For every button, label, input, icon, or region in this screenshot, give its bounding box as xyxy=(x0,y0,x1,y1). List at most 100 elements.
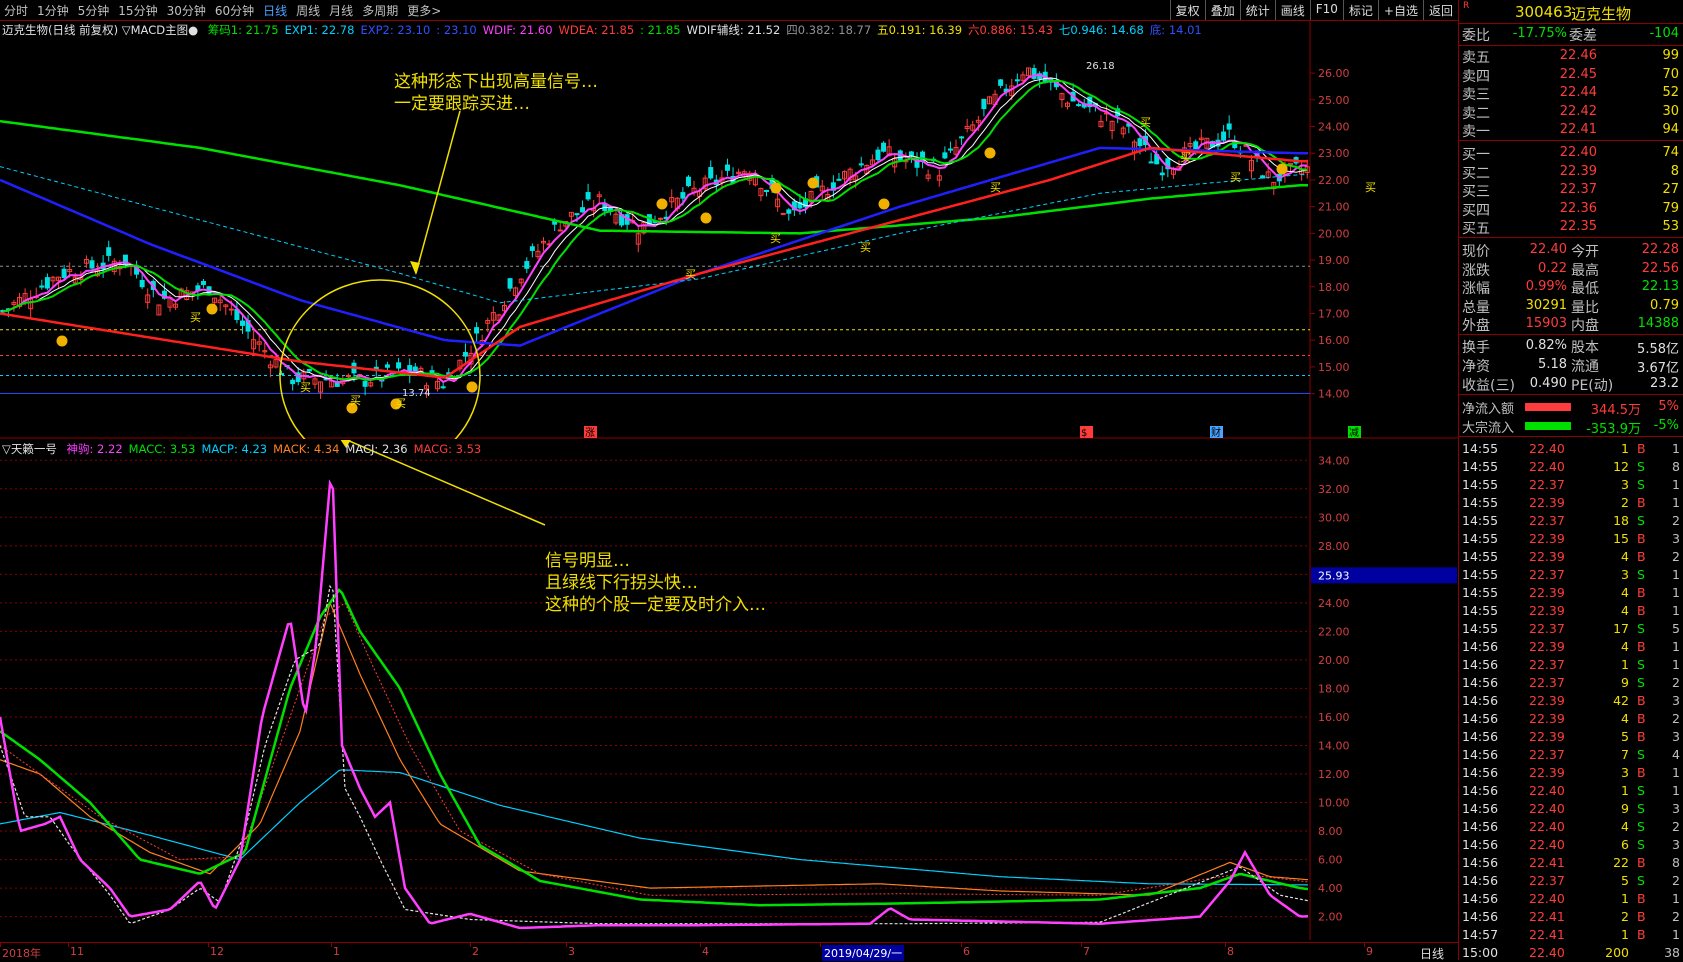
kline-chart[interactable]: 26.00 25.00 24.00 23.00 22.00 21.00 20.00 19.00… xyxy=(0,21,1458,473)
event-label-3: 减 xyxy=(1349,427,1359,439)
tick-side: S xyxy=(1637,477,1645,492)
tick-row-26[interactable]: 14:56 22.41 2 B 2 xyxy=(1459,908,1683,926)
candle-body xyxy=(1226,123,1232,130)
tool-button-5[interactable]: 标记 xyxy=(1342,0,1378,20)
candle-body xyxy=(585,192,591,200)
tool-button-3[interactable]: 画线 xyxy=(1274,0,1310,20)
tick-time: 14:55 xyxy=(1462,567,1499,582)
tick-row-15[interactable]: 14:56 22.39 4 B 2 xyxy=(1459,710,1683,728)
event-label-2: 财 xyxy=(1211,426,1221,439)
candle-body xyxy=(959,136,965,139)
tool-button-7[interactable]: 返回 xyxy=(1422,0,1458,20)
tool-button-4[interactable]: F10 xyxy=(1309,0,1343,20)
tick-count: 2 xyxy=(1672,819,1680,834)
indi-tick-13: 8.00 xyxy=(1318,825,1343,838)
tick-row-22[interactable]: 14:56 22.40 6 S 3 xyxy=(1459,836,1683,854)
tick-row-3[interactable]: 14:55 22.39 2 B 1 xyxy=(1459,494,1683,512)
candle-body xyxy=(106,247,112,256)
tick-row-18[interactable]: 14:56 22.39 3 B 1 xyxy=(1459,764,1683,782)
bid-label: 买五 xyxy=(1462,221,1490,238)
tool-button-2[interactable]: 统计 xyxy=(1239,0,1275,20)
flow-value: -353.9万 xyxy=(1586,422,1641,437)
tick-row-12[interactable]: 14:56 22.37 1 S 1 xyxy=(1459,656,1683,674)
stat-value-2: 22.56 xyxy=(1641,260,1679,276)
time-tick xyxy=(1225,943,1226,947)
stat-label: 总量 xyxy=(1462,299,1490,316)
candle-body xyxy=(362,381,368,387)
candle-body xyxy=(462,351,468,357)
period-tab-0[interactable]: 分时 xyxy=(4,2,28,19)
period-tab-2[interactable]: 5分钟 xyxy=(78,2,110,19)
tick-row-0[interactable]: 14:55 22.40 1 B 1 xyxy=(1459,440,1683,458)
tool-button-1[interactable]: 叠加 xyxy=(1204,0,1240,20)
tick-row-16[interactable]: 14:56 22.39 5 B 3 xyxy=(1459,728,1683,746)
tick-row-23[interactable]: 14:56 22.41 22 B 8 xyxy=(1459,854,1683,872)
bid-label: 买四 xyxy=(1462,202,1490,219)
period-tabs: 分时 1分钟 5分钟 15分钟 30分钟 60分钟 日线 周线 月线 多周期 更多> xyxy=(4,2,441,19)
tick-price: 22.37 xyxy=(1529,657,1565,672)
tick-price: 22.39 xyxy=(1529,765,1565,780)
tick-row-11[interactable]: 14:56 22.39 4 B 1 xyxy=(1459,638,1683,656)
tick-row-19[interactable]: 14:56 22.40 1 S 1 xyxy=(1459,782,1683,800)
tick-count: 2 xyxy=(1672,549,1680,564)
tick-row-5[interactable]: 14:55 22.39 15 B 3 xyxy=(1459,530,1683,548)
tick-side: B xyxy=(1637,441,1646,456)
price-tick-5: 21.00 xyxy=(1318,201,1350,214)
fund-row-2: 收益(三) 0.490 PE(动) 23.2 xyxy=(1459,375,1683,394)
tick-row-14[interactable]: 14:56 22.39 42 B 3 xyxy=(1459,692,1683,710)
tick-row-13[interactable]: 14:56 22.37 9 S 2 xyxy=(1459,674,1683,692)
signal-dot xyxy=(807,177,819,189)
period-tab-4[interactable]: 30分钟 xyxy=(167,2,206,19)
tick-row-1[interactable]: 14:55 22.40 12 S 8 xyxy=(1459,458,1683,476)
tick-side: B xyxy=(1637,711,1646,726)
tick-row-24[interactable]: 14:56 22.37 5 S 2 xyxy=(1459,872,1683,890)
candle-body xyxy=(524,261,530,269)
tick-row-10[interactable]: 14:55 22.37 17 S 5 xyxy=(1459,620,1683,638)
event-label-0: 涨 xyxy=(585,427,595,439)
period-tab-9[interactable]: 多周期 xyxy=(362,2,398,19)
time-tick xyxy=(0,943,1,947)
period-tab-3[interactable]: 15分钟 xyxy=(118,2,157,19)
tick-price: 22.37 xyxy=(1529,747,1565,762)
period-tab-10[interactable]: 更多> xyxy=(407,2,441,19)
tick-row-27[interactable]: 14:57 22.41 1 B 1 xyxy=(1459,926,1683,944)
tick-volume: 42 xyxy=(1613,693,1629,708)
tick-row-9[interactable]: 14:55 22.39 4 B 1 xyxy=(1459,602,1683,620)
indi-tick-2: 30.00 xyxy=(1318,511,1350,524)
tool-button-0[interactable]: 复权 xyxy=(1169,0,1205,20)
period-tab-1[interactable]: 1分钟 xyxy=(37,2,69,19)
period-tab-7[interactable]: 周线 xyxy=(296,2,320,19)
tick-count: 5 xyxy=(1672,621,1680,636)
tick-count: 1 xyxy=(1672,495,1680,510)
tick-row-2[interactable]: 14:55 22.37 3 S 1 xyxy=(1459,476,1683,494)
tick-row-6[interactable]: 14:55 22.39 4 B 2 xyxy=(1459,548,1683,566)
r-badge: R xyxy=(1463,1,1470,11)
candle-body xyxy=(1076,104,1082,107)
period-tab-6[interactable]: 日线 xyxy=(263,2,287,19)
tick-row-8[interactable]: 14:55 22.39 4 B 1 xyxy=(1459,584,1683,602)
tick-row-25[interactable]: 14:56 22.40 1 B 1 xyxy=(1459,890,1683,908)
indicator-legend-item-3: MACK: 4.34 xyxy=(273,442,340,456)
candle-body xyxy=(580,207,586,213)
period-tab-8[interactable]: 月线 xyxy=(329,2,353,19)
candle-body xyxy=(780,212,786,215)
candle-body xyxy=(44,277,50,289)
tick-row-4[interactable]: 14:55 22.37 18 S 2 xyxy=(1459,512,1683,530)
tick-count: 1 xyxy=(1672,891,1680,906)
tick-row-28[interactable]: 15:00 22.40 200 38 xyxy=(1459,944,1683,962)
tick-volume: 7 xyxy=(1621,747,1629,762)
indicator-chart[interactable]: 34.0032.0030.0028.0026.0024.0022.0020.00… xyxy=(0,436,1458,940)
tick-price: 22.37 xyxy=(1529,621,1565,636)
tick-row-21[interactable]: 14:56 22.40 4 S 2 xyxy=(1459,818,1683,836)
ask-price: 22.42 xyxy=(1559,103,1597,119)
tick-row-17[interactable]: 14:56 22.37 7 S 4 xyxy=(1459,746,1683,764)
tick-volume: 4 xyxy=(1621,639,1629,654)
period-tab-5[interactable]: 60分钟 xyxy=(215,2,254,19)
candle-body xyxy=(858,163,864,166)
ask-price: 22.46 xyxy=(1559,48,1597,63)
tool-button-6[interactable]: +自选 xyxy=(1377,0,1423,20)
price-tick-10: 16.00 xyxy=(1318,334,1350,347)
tick-row-7[interactable]: 14:55 22.37 3 S 1 xyxy=(1459,566,1683,584)
candle-body xyxy=(1159,172,1165,176)
tick-row-20[interactable]: 14:56 22.40 9 S 3 xyxy=(1459,800,1683,818)
